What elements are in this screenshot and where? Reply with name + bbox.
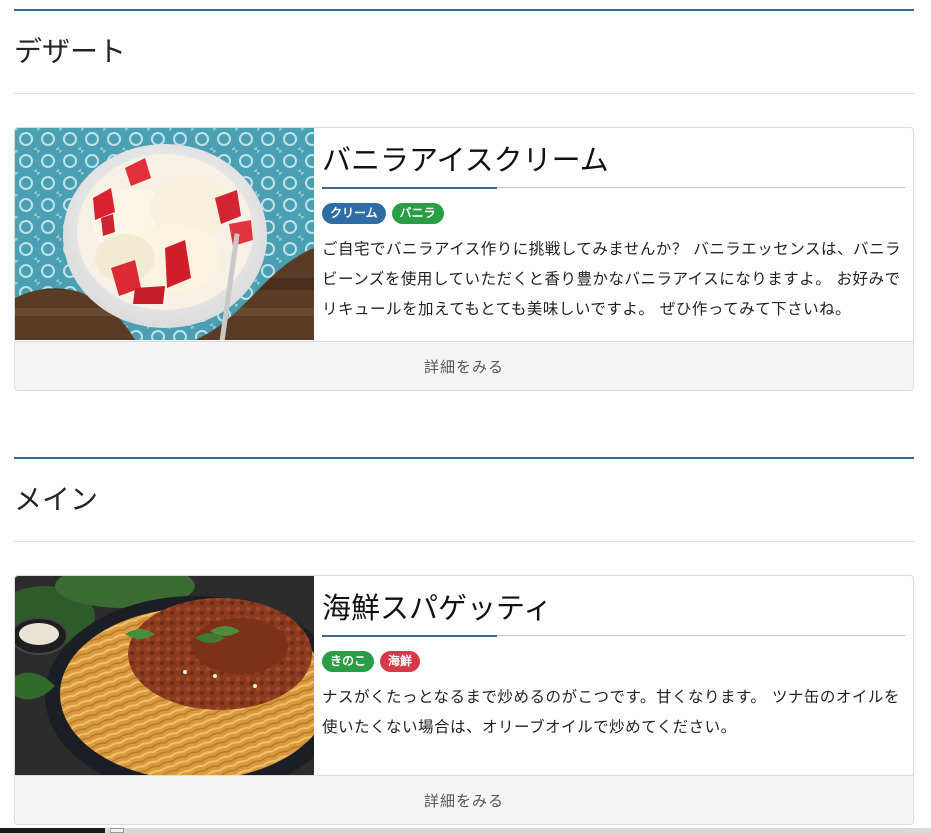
view-details-link[interactable]: 詳細をみる [424, 356, 504, 377]
section-divider [14, 93, 914, 94]
card-body: 海鮮スパゲッティ きのこ 海鮮 ナスがくたっとなるまで炒めるのがこつです。甘くな… [15, 576, 913, 776]
recipe-image-vanilla-ice-cream [15, 128, 314, 340]
card-content: 海鮮スパゲッティ きのこ 海鮮 ナスがくたっとなるまで炒めるのがこつです。甘くな… [314, 576, 913, 776]
card-body: バニラアイスクリーム クリーム バニラ ご自宅でバニラアイス作りに挑戦してみませ… [15, 128, 913, 340]
horizontal-scrollbar[interactable] [0, 828, 931, 833]
section-title: デザート [14, 35, 127, 68]
section-divider [14, 541, 914, 542]
recipe-card: バニラアイスクリーム クリーム バニラ ご自宅でバニラアイス作りに挑戦してみませ… [14, 127, 914, 391]
section-title: メイン [14, 483, 99, 516]
recipe-image-seafood-spaghetti [15, 576, 314, 776]
tag-badge: クリーム [322, 203, 386, 224]
tag-list: きのこ 海鮮 [322, 651, 905, 672]
card-content: バニラアイスクリーム クリーム バニラ ご自宅でバニラアイス作りに挑戦してみませ… [314, 128, 913, 340]
scrollbar-thumb[interactable] [110, 828, 124, 833]
recipe-card: 海鮮スパゲッティ きのこ 海鮮 ナスがくたっとなるまで炒めるのがこつです。甘くな… [14, 575, 914, 825]
title-underline [322, 186, 905, 189]
recipe-list-page: デザート バニラアイスクリーム クリーム バニラ ご自宅でバニラアイス作りに挑戦… [0, 0, 931, 833]
recipe-description: ご自宅でバニラアイス作りに挑戦してみませんか？ バニラエッセンスは、バニラビーン… [322, 240, 901, 318]
section-main: メイン 海鮮スパゲッティ きのこ 海鮮 ナスがくたっとなるまで炒めるのがこつです… [14, 457, 914, 825]
tag-badge: 海鮮 [380, 651, 421, 672]
section-dessert: デザート バニラアイスクリーム クリーム バニラ ご自宅でバニラアイス作りに挑戦… [14, 9, 914, 391]
card-footer: 詳細をみる [15, 775, 913, 824]
tag-badge: きのこ [322, 651, 375, 672]
tag-badge: バニラ [391, 203, 444, 224]
scrollbar-track-left [0, 828, 105, 833]
recipe-title: 海鮮スパゲッティ [322, 591, 553, 625]
title-underline [322, 634, 905, 637]
recipe-title: バニラアイスクリーム [322, 143, 609, 177]
tag-list: クリーム バニラ [322, 203, 905, 224]
recipe-description: ナスがくたっとなるまで炒めるのがこつです。甘くなります。 ツナ缶のオイルを使いた… [322, 688, 900, 736]
card-footer: 詳細をみる [15, 341, 913, 390]
view-details-link[interactable]: 詳細をみる [424, 790, 504, 811]
